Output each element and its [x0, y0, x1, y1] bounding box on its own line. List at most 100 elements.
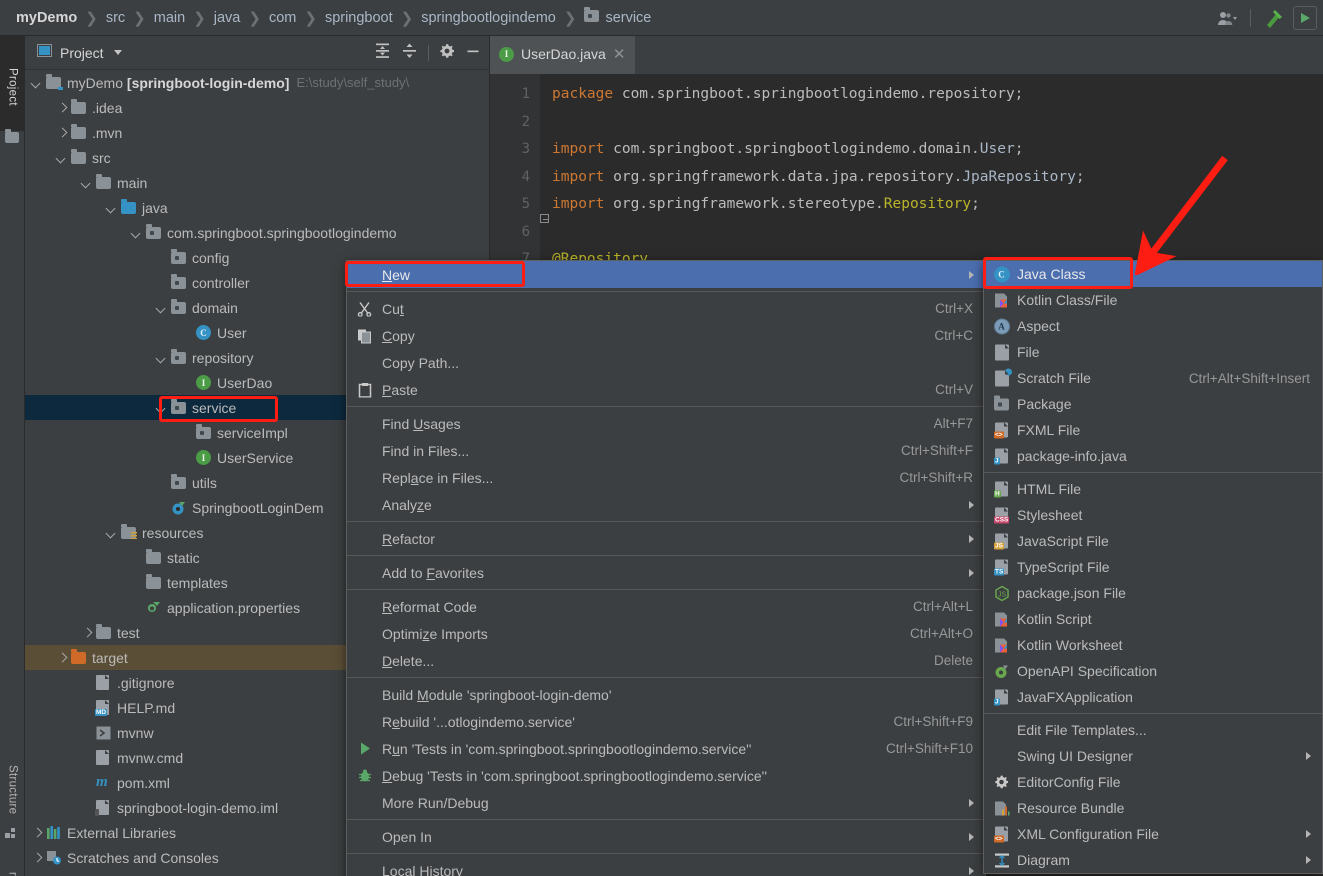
menu-item-kotlin-worksheet[interactable]: Kotlin Worksheet — [984, 632, 1322, 658]
new-submenu[interactable]: C Java Class Kotlin Class/File A Aspect File S… — [983, 260, 1323, 874]
menu-item-javascript-file[interactable]: JS JavaScript File — [984, 528, 1322, 554]
code-fold-icon[interactable] — [540, 214, 550, 224]
maven-file-icon: m — [96, 774, 108, 790]
collapse-all-icon[interactable] — [401, 42, 418, 64]
menu-item-resource-bundle[interactable]: Resource Bundle — [984, 795, 1322, 821]
chevron-right-icon[interactable] — [31, 827, 43, 839]
breadcrumb-item-com[interactable]: com — [269, 10, 296, 26]
tree-row-src[interactable]: src — [25, 145, 489, 170]
breadcrumb-item-springboot[interactable]: springboot — [325, 10, 393, 26]
menu-item-kotlin-script[interactable]: Kotlin Script — [984, 606, 1322, 632]
menu-item-replace-in-files[interactable]: Replace in Files... Ctrl+Shift+R — [347, 464, 985, 491]
chevron-down-icon[interactable] — [106, 527, 118, 539]
tree-row--mvn[interactable]: .mvn — [25, 120, 489, 145]
chevron-down-icon[interactable] — [131, 227, 143, 239]
folder-icon — [71, 123, 87, 141]
chevron-down-icon[interactable] — [156, 352, 168, 364]
tree-row-main[interactable]: main — [25, 170, 489, 195]
menu-item-package[interactable]: Package — [984, 391, 1322, 417]
sidebar-tab-favorites[interactable]: rites — [0, 856, 25, 876]
breadcrumb-item-service[interactable]: service — [584, 6, 651, 26]
menu-item-package-json-file[interactable]: JS package.json File — [984, 580, 1322, 606]
debug-bug-icon — [356, 767, 373, 784]
close-icon[interactable]: ✕ — [613, 47, 626, 62]
breadcrumb-separator: ❯ — [400, 9, 414, 27]
context-menu[interactable]: New Cut Ctrl+X Copy Ctrl+C Copy Path... Paste C… — [346, 260, 986, 876]
chevron-right-icon[interactable] — [31, 852, 43, 864]
breadcrumb-item-java[interactable]: java — [214, 10, 241, 26]
menu-item-find-in-files[interactable]: Find in Files... Ctrl+Shift+F — [347, 437, 985, 464]
chevron-down-icon[interactable] — [113, 50, 122, 55]
chevron-down-icon[interactable] — [81, 177, 93, 189]
menu-item-label: Java Class — [1017, 266, 1086, 282]
menu-item-label: Run 'Tests in 'com.springboot.springboot… — [382, 740, 752, 757]
menu-item-cut[interactable]: Cut Ctrl+X — [347, 295, 985, 322]
chevron-right-icon[interactable] — [56, 652, 68, 664]
menu-item-rebuild-otlogindemo-service[interactable]: Rebuild '...otlogindemo.service' Ctrl+Shi… — [347, 708, 985, 735]
menu-item-editorconfig-file[interactable]: EditorConfig File — [984, 769, 1322, 795]
menu-item-stylesheet[interactable]: CSS Stylesheet — [984, 502, 1322, 528]
menu-item-kotlin-class-file[interactable]: Kotlin Class/File — [984, 287, 1322, 313]
chevron-down-icon[interactable] — [156, 302, 168, 314]
menu-item-run-tests-in-com-springboot-springbootlogindemo-service[interactable]: Run 'Tests in 'com.springboot.springboot… — [347, 735, 985, 762]
menu-item-java-class[interactable]: C Java Class — [984, 261, 1322, 287]
menu-item-swing-ui-designer[interactable]: Swing UI Designer — [984, 743, 1322, 769]
breadcrumb-item-main[interactable]: main — [154, 10, 185, 26]
menu-item-debug-tests-in-com-springboot-springbootlogindemo-service[interactable]: Debug 'Tests in 'com.springboot.springbo… — [347, 762, 985, 789]
build-hammer-icon[interactable] — [1259, 5, 1289, 31]
chevron-right-icon[interactable] — [56, 102, 68, 114]
expand-all-icon[interactable] — [374, 42, 391, 64]
editor-tab-bar: I UserDao.java ✕ — [490, 36, 1323, 74]
menu-item-paste[interactable]: Paste Ctrl+V — [347, 376, 985, 403]
menu-item-more-run-debug[interactable]: More Run/Debug — [347, 789, 985, 816]
tree-row-com-springboot-springbootlogindemo[interactable]: com.springboot.springbootlogindemo — [25, 220, 489, 245]
chevron-down-icon[interactable] — [56, 152, 68, 164]
menu-item-diagram[interactable]: Diagram — [984, 847, 1322, 873]
hide-minimize-icon[interactable] — [465, 43, 481, 64]
menu-item-aspect[interactable]: A Aspect — [984, 313, 1322, 339]
menu-item-analyze[interactable]: Analyze — [347, 491, 985, 518]
sidebar-tab-project[interactable]: Project — [0, 36, 25, 131]
cut-scissors-icon — [356, 300, 373, 317]
user-account-icon[interactable] — [1212, 5, 1242, 31]
breadcrumb-item-label: myDemo — [16, 9, 78, 26]
tree-row-java[interactable]: java — [25, 195, 489, 220]
menu-item-copy[interactable]: Copy Ctrl+C — [347, 322, 985, 349]
menu-item-edit-file-templates[interactable]: Edit File Templates... — [984, 717, 1322, 743]
menu-item-local-history[interactable]: Local History — [347, 857, 985, 876]
chevron-right-icon[interactable] — [56, 127, 68, 139]
editor-tab-userdao[interactable]: I UserDao.java ✕ — [490, 36, 636, 74]
chevron-right-icon[interactable] — [81, 627, 93, 639]
menu-item-xml-configuration-file[interactable]: <> XML Configuration File — [984, 821, 1322, 847]
chevron-down-icon[interactable] — [31, 77, 43, 89]
tree-row--idea[interactable]: .idea — [25, 95, 489, 120]
menu-item-reformat-code[interactable]: Reformat Code Ctrl+Alt+L — [347, 593, 985, 620]
menu-item-refactor[interactable]: Refactor — [347, 525, 985, 552]
chevron-down-icon[interactable] — [106, 202, 118, 214]
settings-gear-icon[interactable] — [439, 43, 455, 64]
menu-item-copy-path[interactable]: Copy Path... — [347, 349, 985, 376]
menu-item-open-in[interactable]: Open In — [347, 823, 985, 850]
menu-item-add-to-favorites[interactable]: Add to Favorites — [347, 559, 985, 586]
menu-item-optimize-imports[interactable]: Optimize Imports Ctrl+Alt+O — [347, 620, 985, 647]
menu-item-javafxapplication[interactable]: J JavaFXApplication — [984, 684, 1322, 710]
menu-item-typescript-file[interactable]: TS TypeScript File — [984, 554, 1322, 580]
spring-boot-class-icon — [171, 500, 187, 516]
menu-item-fxml-file[interactable]: <> FXML File — [984, 417, 1322, 443]
menu-item-html-file[interactable]: H HTML File — [984, 476, 1322, 502]
chevron-down-icon[interactable] — [156, 402, 168, 414]
sidebar-tab-structure[interactable]: Structure — [0, 742, 25, 837]
run-configuration-box[interactable] — [1293, 6, 1317, 30]
menu-item-package-info-java[interactable]: Jpackage-info.java — [984, 443, 1322, 469]
menu-item-openapi-specification[interactable]: OpenAPI Specification — [984, 658, 1322, 684]
tree-row-mydemo[interactable]: myDemo [springboot-login-demo] E:\study\s… — [25, 70, 489, 95]
menu-item-scratch-file[interactable]: Scratch File Ctrl+Alt+Shift+Insert — [984, 365, 1322, 391]
breadcrumb-item-mydemo[interactable]: myDemo — [16, 10, 77, 26]
menu-item-delete[interactable]: Delete... Delete — [347, 647, 985, 674]
menu-item-new[interactable]: New — [347, 261, 985, 288]
menu-item-build-module-springboot-login-demo[interactable]: Build Module 'springboot-login-demo' — [347, 681, 985, 708]
breadcrumb-item-src[interactable]: src — [106, 10, 125, 26]
menu-item-find-usages[interactable]: Find Usages Alt+F7 — [347, 410, 985, 437]
breadcrumb-item-springbootlogindemo[interactable]: springbootlogindemo — [421, 10, 556, 26]
menu-item-file[interactable]: File — [984, 339, 1322, 365]
